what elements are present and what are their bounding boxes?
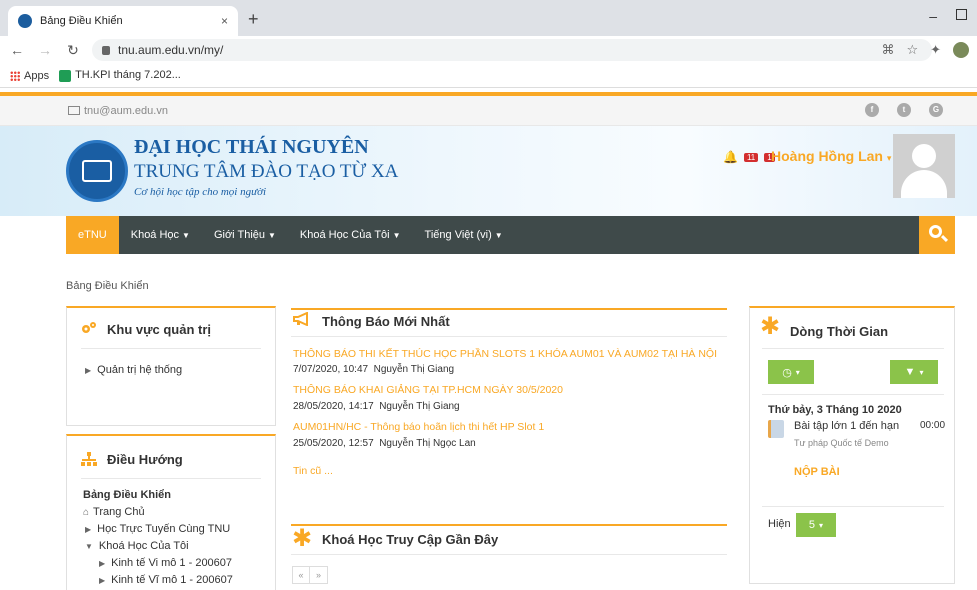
minimize-icon[interactable]: – [929, 8, 937, 24]
bookmarks-bar: Apps TH.KPI tháng 7.202... [0, 64, 977, 88]
show-count-dropdown[interactable]: 5 ▾ [796, 513, 836, 537]
extensions-icon[interactable]: ✦ [930, 42, 941, 58]
timeline-title: Dòng Thời Gian [790, 324, 889, 339]
timeline-event-course: Tư pháp Quốc tế Demo [794, 438, 889, 448]
university-logo[interactable] [66, 140, 128, 202]
nav-root-dashboard[interactable]: Bảng Điều Khiển [83, 489, 171, 501]
nav-my-courses[interactable]: Khoá Học Của Tôi ▼ [288, 216, 413, 254]
slogan: Cơ hội học tập cho mọi người [134, 186, 267, 198]
center-name: TRUNG TÂM ĐÀO TẠO TỪ XA [134, 161, 399, 182]
bookmark-kpi[interactable]: TH.KPI tháng 7.202... [59, 69, 181, 82]
url-text: tnu.aum.edu.vn/my/ [118, 43, 224, 57]
announcement-link-1[interactable]: THÔNG BÁO THI KẾT THÚC HỌC PHẦN SLOTS 1 … [293, 348, 717, 360]
page: tnu@aum.edu.vn f t G ĐẠI HỌC THÁI NGUYÊN… [0, 92, 977, 590]
nav-course-micro[interactable]: ▶ Kinh tế Vi mô 1 - 200607 [99, 557, 232, 569]
announcement-link-2[interactable]: THÔNG BÁO KHAI GIẢNG TẠI TP.HCM NGÀY 30/… [293, 384, 563, 396]
user-avatar[interactable] [893, 134, 955, 198]
notification-bell-icon[interactable]: 🔔 [723, 150, 738, 164]
navigation-block-title: Điều Hướng [107, 452, 183, 467]
apps-grid-icon [10, 70, 20, 81]
admin-block: Khu vực quản trị ▶ Quản trị hệ thống [66, 306, 276, 426]
bookmark-apps[interactable]: Apps [10, 70, 49, 82]
navigation-block: Điều Hướng Bảng Điều Khiển ⌂ Trang Chủ ▶ H… [66, 434, 276, 590]
nav-about[interactable]: Giới Thiệu ▼ [202, 216, 288, 254]
timeline-event-link[interactable]: Bài tập lớn 1 đến hạn [794, 420, 899, 432]
prev-page-button[interactable]: « [292, 566, 310, 584]
breadcrumb[interactable]: Bảng Điều Khiển [66, 280, 149, 292]
back-icon[interactable]: ← [6, 42, 28, 58]
announcement-meta-3: 25/05/2020, 12:57 Nguyễn Thị Ngọc Lan [293, 438, 476, 449]
user-menu[interactable]: Hoàng Hồng Lan ▾ [771, 148, 891, 164]
browser-tab[interactable]: Bảng Điều Khiển × [8, 6, 238, 36]
timeline-date: Thứ bảy, 3 Tháng 10 2020 [768, 404, 902, 416]
clock-icon: ◷ [782, 366, 792, 379]
sitemap-icon [81, 452, 97, 466]
translate-icon[interactable]: ⌘ [881, 42, 894, 58]
announcement-link-3[interactable]: AUM01HN/HC - Thông báo hoãn lịch thi hết… [293, 421, 544, 433]
timeline-sort-button[interactable]: ◷ ▾ [768, 360, 814, 384]
url-field[interactable]: tnu.aum.edu.vn/my/ [92, 39, 932, 61]
asterisk-icon: ✱ [292, 525, 313, 552]
search-button[interactable] [919, 216, 955, 254]
nav-online-learning[interactable]: ▶ Học Trực Tuyến Cùng TNU [85, 523, 230, 535]
twitter-icon[interactable]: t [897, 103, 911, 117]
email-link[interactable]: tnu@aum.edu.vn [68, 105, 168, 117]
announcement-meta-2: 28/05/2020, 14:17 Nguyễn Thị Giang [293, 401, 460, 412]
recent-pagination: « » [292, 566, 328, 584]
home-icon: ⌂ [83, 507, 90, 518]
lock-icon [102, 45, 110, 55]
nav-etnu[interactable]: eTNU [66, 216, 119, 254]
older-announcements-link[interactable]: Tin cũ ... [293, 465, 333, 477]
university-name: ĐẠI HỌC THÁI NGUYÊN [134, 136, 369, 158]
admin-block-title: Khu vực quản trị [107, 322, 212, 337]
browser-tabbar: Bảng Điều Khiển × + – [0, 0, 977, 36]
forward-icon[interactable]: → [34, 42, 56, 58]
new-tab-icon[interactable]: + [248, 9, 259, 30]
reload-icon[interactable]: ↻ [62, 42, 84, 59]
address-bar: ← → ↻ tnu.aum.edu.vn/my/ ⌘ ☆ ✦ [0, 36, 977, 64]
maximize-icon[interactable] [956, 9, 967, 20]
site-favicon-icon [18, 14, 32, 28]
facebook-icon[interactable]: f [865, 103, 879, 117]
bookmark-star-icon[interactable]: ☆ [906, 42, 918, 58]
profile-avatar-icon[interactable] [953, 42, 969, 58]
nav-my-courses-tree[interactable]: ▼ Khoá Học Của Tôi [85, 540, 189, 552]
contact-bar: tnu@aum.edu.vn f t G [0, 96, 977, 126]
timeline-asterisk-icon: ✱ [760, 313, 781, 340]
filter-icon: ▼ [904, 366, 916, 378]
sheet-icon [59, 69, 72, 82]
notification-count-badge: 11 [743, 152, 759, 162]
nav-home[interactable]: ⌂ Trang Chủ [83, 506, 145, 518]
gears-icon [82, 322, 96, 333]
nav-course-macro[interactable]: ▶ Kinh tế Vĩ mô 1 - 200607 [99, 574, 233, 586]
recent-courses-title: Khoá Học Truy Cập Gần Đây [322, 532, 499, 547]
site-admin-link[interactable]: ▶ Quản trị hệ thống [85, 364, 182, 376]
submit-assignment-link[interactable]: NỘP BÀI [794, 466, 840, 478]
announcement-meta-1: 7/07/2020, 10:47 Nguyễn Thị Giang [293, 364, 455, 375]
main-navbar: eTNU Khoá Học ▼ Giới Thiệu ▼ Khoá Học Của … [66, 216, 955, 254]
close-tab-icon[interactable]: × [221, 14, 228, 28]
google-plus-icon[interactable]: G [929, 103, 943, 117]
assignment-icon [768, 420, 784, 438]
tab-title: Bảng Điều Khiển [40, 15, 123, 27]
timeline-block: ✱ Dòng Thời Gian ◷ ▾ ▼ ▾ Thứ bảy, 3 Tháng … [749, 306, 955, 584]
show-count-label: Hiện [768, 518, 791, 530]
next-page-button[interactable]: » [310, 566, 328, 584]
nav-courses[interactable]: Khoá Học ▼ [119, 216, 202, 254]
nav-language[interactable]: Tiếng Việt (vi) ▼ [413, 216, 515, 254]
site-banner: ĐẠI HỌC THÁI NGUYÊN TRUNG TÂM ĐÀO TẠO TỪ… [0, 126, 977, 216]
announcements-title: Thông Báo Mới Nhất [322, 314, 450, 329]
megaphone-icon [293, 312, 308, 326]
timeline-event-time: 00:00 [920, 420, 946, 431]
envelope-icon [68, 106, 80, 115]
timeline-filter-button[interactable]: ▼ ▾ [890, 360, 938, 384]
